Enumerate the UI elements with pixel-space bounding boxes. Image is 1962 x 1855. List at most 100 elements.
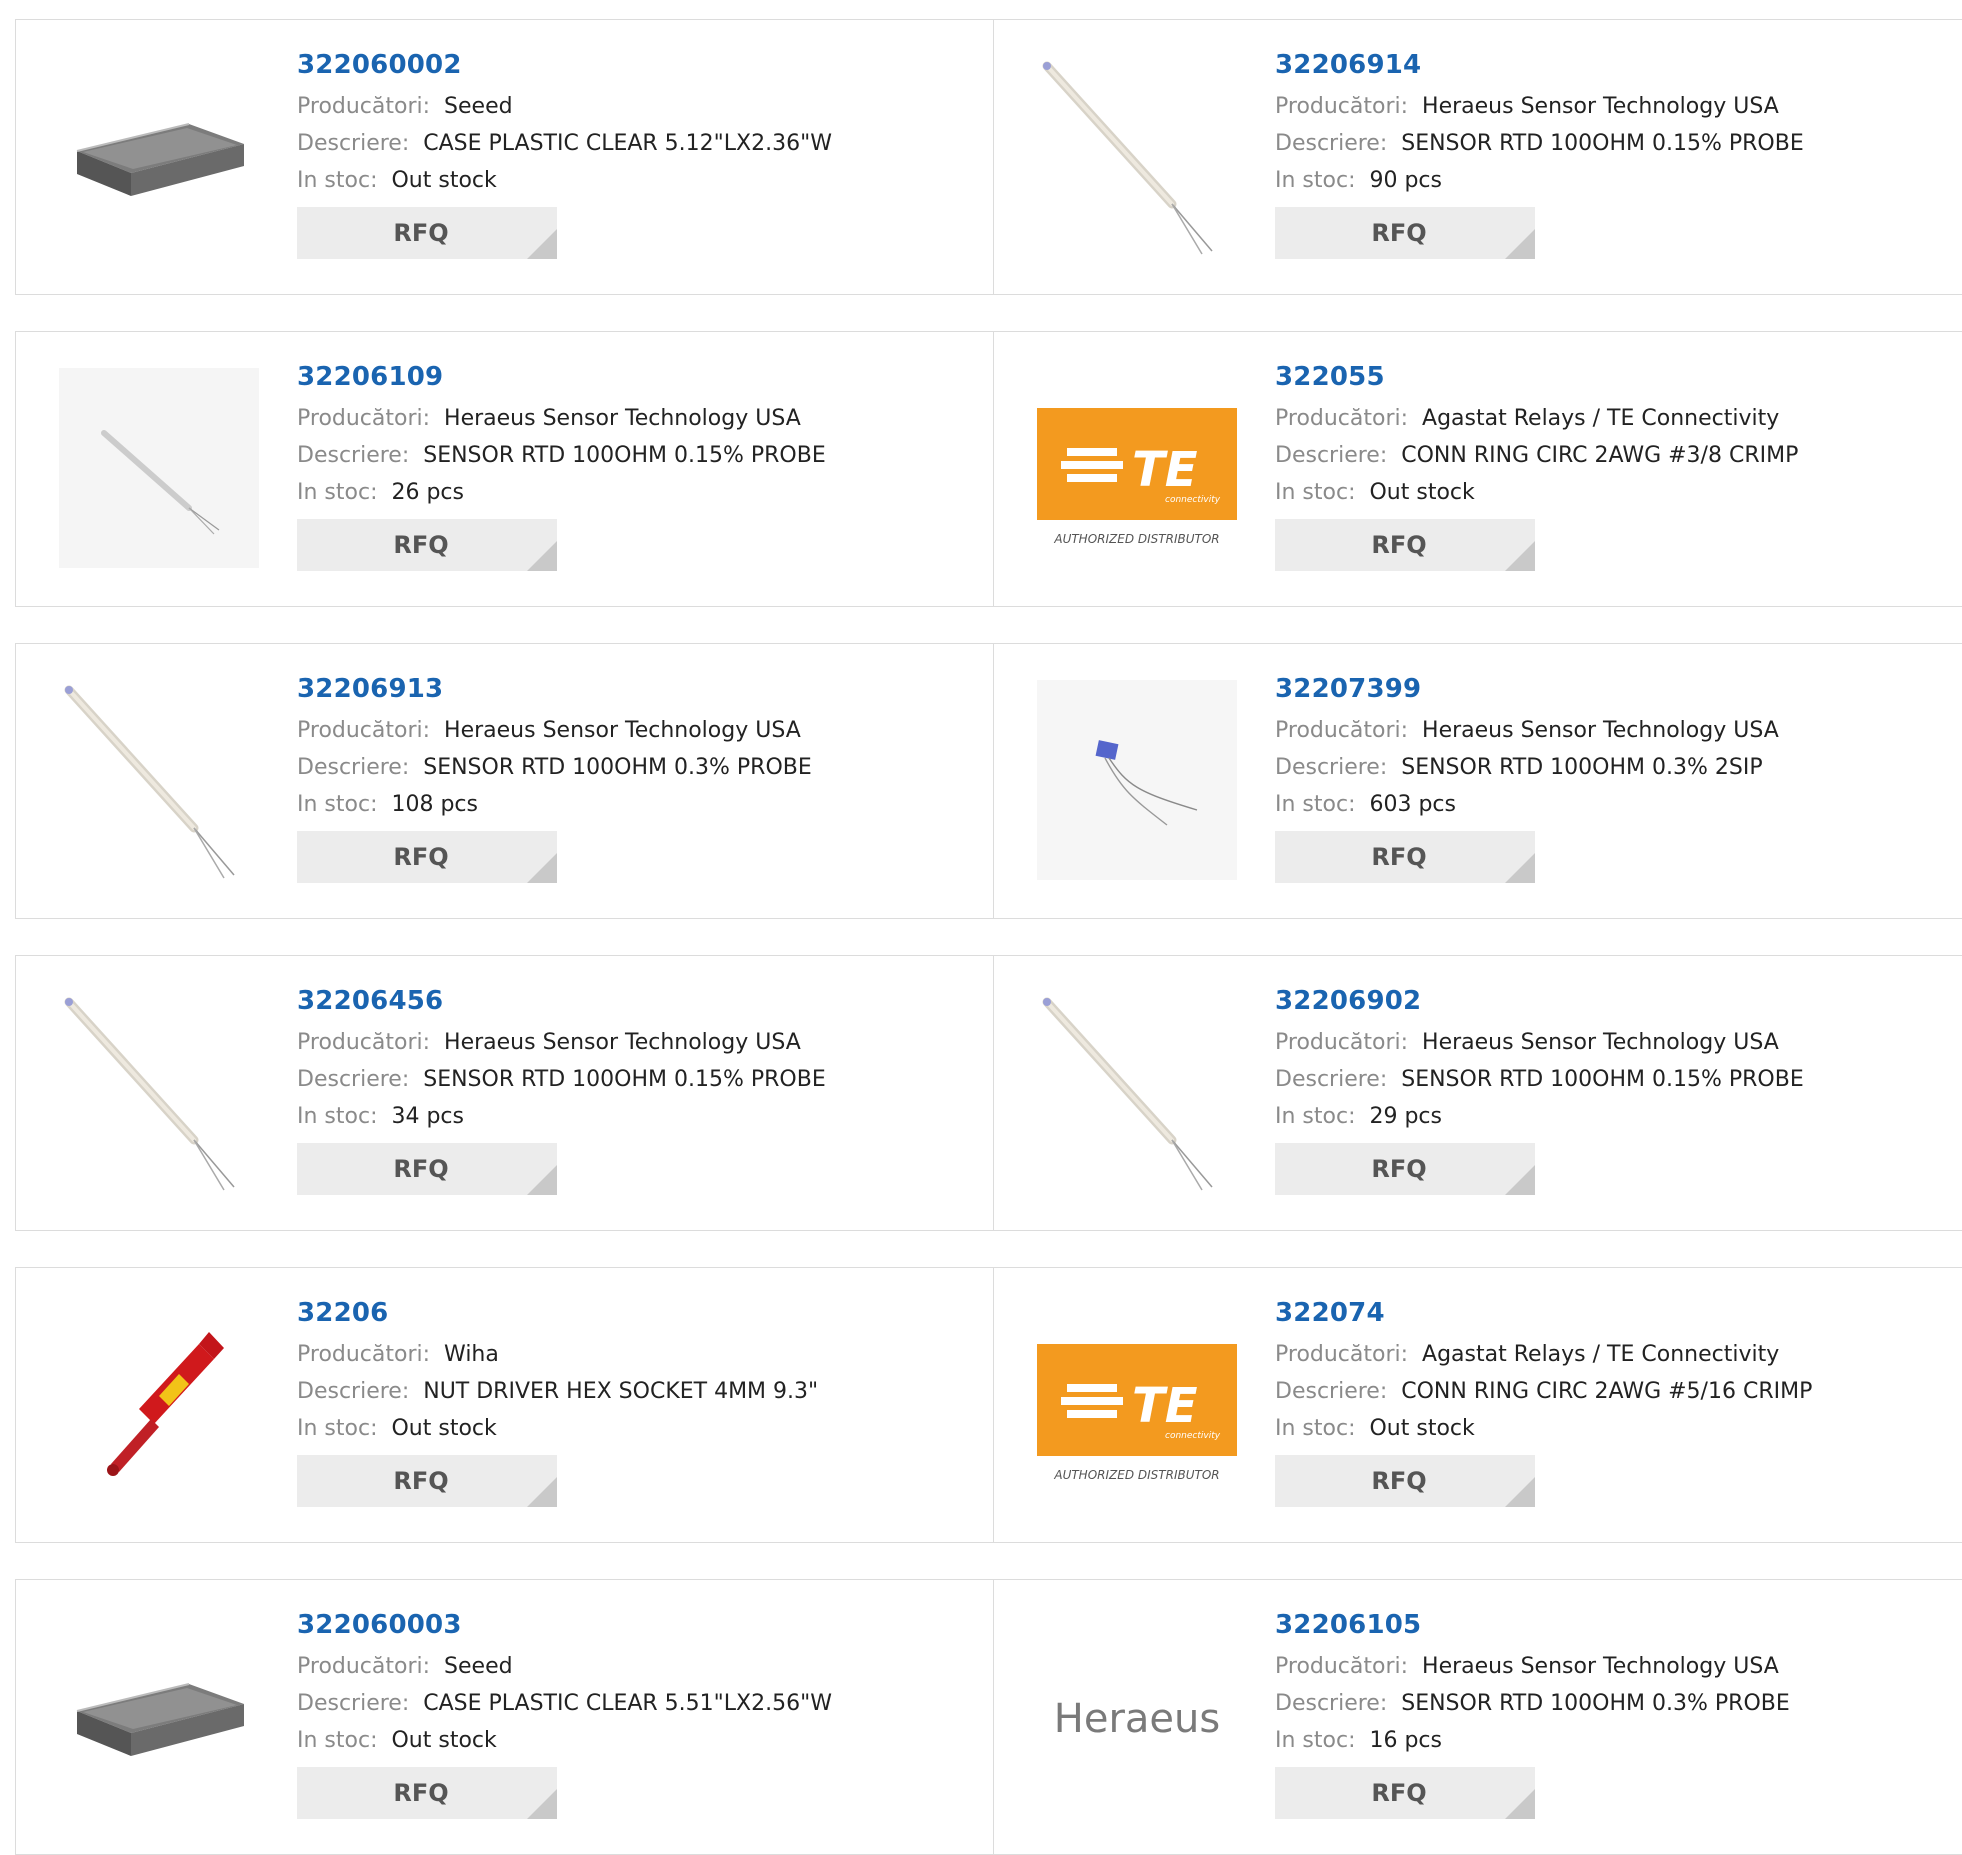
- rfq-button[interactable]: RFQ: [297, 519, 557, 571]
- description-value: CASE PLASTIC CLEAR 5.51"LX2.56"W: [423, 1691, 832, 1716]
- rfq-button[interactable]: RFQ: [297, 1143, 557, 1195]
- product-card: 32206109 Producători: Heraeus Sensor Tech…: [16, 332, 994, 606]
- product-image[interactable]: [59, 1616, 259, 1816]
- description-label: Descriere:: [297, 755, 410, 780]
- manufacturer-value: Seeed: [444, 94, 513, 119]
- manufacturer-line: Producători: Agastat Relays / TE Connecti…: [1275, 1336, 1812, 1373]
- description-value: CONN RING CIRC 2AWG #3/8 CRIMP: [1401, 443, 1799, 468]
- product-card: TE connectivity AUTHORIZED DISTRIBUTOR 3…: [994, 332, 1962, 606]
- product-info: 32206456 Producători: Heraeus Sensor Tech…: [297, 984, 826, 1195]
- stock-value: 26 pcs: [391, 480, 464, 505]
- product-image[interactable]: [1037, 992, 1237, 1192]
- product-image[interactable]: [59, 992, 259, 1192]
- stock-label: In stoc:: [297, 1728, 378, 1753]
- product-image[interactable]: [1037, 680, 1237, 880]
- rfq-label: RFQ: [1371, 219, 1427, 247]
- manufacturer-value: Heraeus Sensor Technology USA: [1422, 1030, 1779, 1055]
- manufacturer-label: Producători:: [297, 1654, 431, 1679]
- part-number-link[interactable]: 32206: [297, 1296, 818, 1330]
- rfq-button[interactable]: RFQ: [297, 1767, 557, 1819]
- stock-label: In stoc:: [297, 792, 378, 817]
- rfq-button[interactable]: RFQ: [297, 831, 557, 883]
- product-image[interactable]: [59, 680, 259, 880]
- product-card: 32206914 Producători: Heraeus Sensor Tech…: [994, 20, 1962, 294]
- rfq-button[interactable]: RFQ: [1275, 519, 1535, 571]
- corner-triangle-icon: [527, 1789, 557, 1819]
- part-number-link[interactable]: 322060002: [297, 48, 832, 82]
- stock-line: In stoc: Out stock: [297, 1410, 818, 1447]
- product-image[interactable]: [59, 1304, 259, 1504]
- stock-label: In stoc:: [297, 1416, 378, 1441]
- manufacturer-line: Producători: Agastat Relays / TE Connecti…: [1275, 400, 1798, 437]
- product-row: 32206109 Producători: Heraeus Sensor Tech…: [15, 331, 1962, 607]
- corner-triangle-icon: [527, 853, 557, 883]
- part-number-link[interactable]: 32206902: [1275, 984, 1804, 1018]
- description-line: Descriere: CONN RING CIRC 2AWG #3/8 CRIMP: [1275, 437, 1798, 474]
- rfq-button[interactable]: RFQ: [1275, 1767, 1535, 1819]
- part-number-link[interactable]: 322055: [1275, 360, 1798, 394]
- part-number-link[interactable]: 32206109: [297, 360, 826, 394]
- description-value: SENSOR RTD 100OHM 0.15% PROBE: [423, 1067, 826, 1092]
- stock-line: In stoc: 29 pcs: [1275, 1098, 1804, 1135]
- rfq-label: RFQ: [393, 1779, 449, 1807]
- rfq-button[interactable]: RFQ: [1275, 1455, 1535, 1507]
- product-card: 32207399 Producători: Heraeus Sensor Tech…: [994, 644, 1962, 918]
- rfq-button[interactable]: RFQ: [297, 207, 557, 259]
- manufacturer-line: Producători: Wiha: [297, 1336, 818, 1373]
- stock-label: In stoc:: [1275, 480, 1356, 505]
- heraeus-logo-text: Heraeus: [1054, 1696, 1220, 1742]
- stock-value: 29 pcs: [1369, 1104, 1442, 1129]
- corner-triangle-icon: [527, 1477, 557, 1507]
- manufacturer-label: Producători:: [1275, 1030, 1409, 1055]
- stock-value: Out stock: [391, 1416, 497, 1441]
- description-value: SENSOR RTD 100OHM 0.15% PROBE: [423, 443, 826, 468]
- corner-triangle-icon: [1505, 541, 1535, 571]
- corner-triangle-icon: [1505, 1165, 1535, 1195]
- product-image[interactable]: Heraeus: [1037, 1616, 1237, 1816]
- product-info: 32206913 Producători: Heraeus Sensor Tech…: [297, 672, 812, 883]
- manufacturer-value: Heraeus Sensor Technology USA: [444, 406, 801, 431]
- manufacturer-line: Producători: Heraeus Sensor Technology US…: [297, 1024, 826, 1061]
- product-info: 322055 Producători: Agastat Relays / TE C…: [1275, 360, 1798, 571]
- manufacturer-value: Heraeus Sensor Technology USA: [1422, 94, 1779, 119]
- corner-triangle-icon: [1505, 1477, 1535, 1507]
- rfq-label: RFQ: [1371, 1779, 1427, 1807]
- rfq-label: RFQ: [393, 1467, 449, 1495]
- product-card: Heraeus 32206105 Producători: Heraeus Sen…: [994, 1580, 1962, 1854]
- product-row: 32206913 Producători: Heraeus Sensor Tech…: [15, 643, 1962, 919]
- stock-label: In stoc:: [297, 480, 378, 505]
- stock-line: In stoc: 603 pcs: [1275, 786, 1779, 823]
- svg-text:TE: TE: [1132, 442, 1198, 498]
- description-label: Descriere:: [1275, 131, 1388, 156]
- part-number-link[interactable]: 322074: [1275, 1296, 1812, 1330]
- manufacturer-value: Wiha: [444, 1342, 499, 1367]
- rfq-button[interactable]: RFQ: [297, 1455, 557, 1507]
- part-number-link[interactable]: 32206914: [1275, 48, 1804, 82]
- product-image[interactable]: TE connectivity AUTHORIZED DISTRIBUTOR: [1037, 368, 1237, 568]
- product-image[interactable]: TE connectivity AUTHORIZED DISTRIBUTOR: [1037, 1304, 1237, 1504]
- svg-text:TE: TE: [1132, 1378, 1198, 1434]
- rfq-button[interactable]: RFQ: [1275, 1143, 1535, 1195]
- manufacturer-label: Producători:: [297, 1030, 431, 1055]
- product-info: 322074 Producători: Agastat Relays / TE C…: [1275, 1296, 1812, 1507]
- manufacturer-line: Producători: Heraeus Sensor Technology US…: [1275, 712, 1779, 749]
- stock-line: In stoc: 16 pcs: [1275, 1722, 1790, 1759]
- corner-triangle-icon: [527, 1165, 557, 1195]
- stock-value: 108 pcs: [391, 792, 478, 817]
- te-logo-sub: connectivity: [1165, 495, 1221, 505]
- part-number-link[interactable]: 32206913: [297, 672, 812, 706]
- product-image[interactable]: [59, 56, 259, 256]
- product-image[interactable]: [1037, 56, 1237, 256]
- stock-label: In stoc:: [1275, 168, 1356, 193]
- product-image[interactable]: [59, 368, 259, 568]
- part-number-link[interactable]: 32207399: [1275, 672, 1779, 706]
- part-number-link[interactable]: 32206456: [297, 984, 826, 1018]
- manufacturer-line: Producători: Seeed: [297, 88, 832, 125]
- rfq-button[interactable]: RFQ: [1275, 831, 1535, 883]
- stock-value: 16 pcs: [1369, 1728, 1442, 1753]
- rfq-button[interactable]: RFQ: [1275, 207, 1535, 259]
- part-number-link[interactable]: 32206105: [1275, 1608, 1790, 1642]
- product-info: 32206914 Producători: Heraeus Sensor Tech…: [1275, 48, 1804, 259]
- part-number-link[interactable]: 322060003: [297, 1608, 832, 1642]
- manufacturer-line: Producători: Heraeus Sensor Technology US…: [1275, 1024, 1804, 1061]
